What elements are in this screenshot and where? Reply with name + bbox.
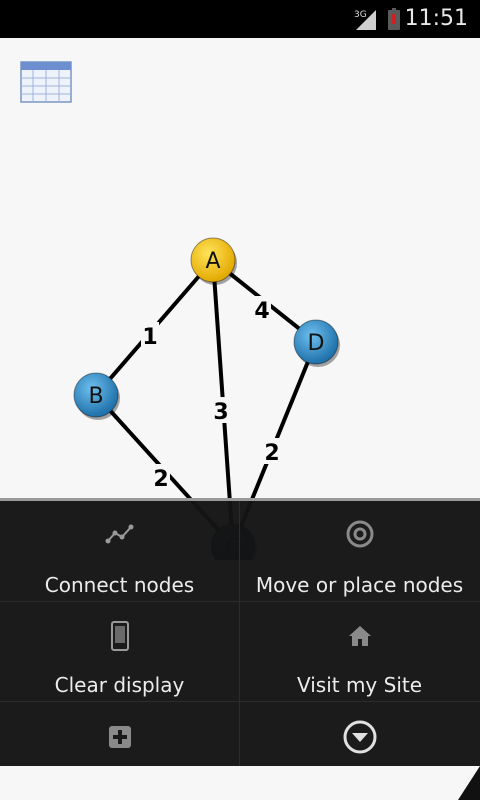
graph-node-d[interactable]: D <box>293 319 340 367</box>
connect-nodes-icon <box>105 524 133 544</box>
menu-item-clear-display[interactable]: Clear display <box>0 601 239 701</box>
edge-weight-label: 2 <box>264 441 279 466</box>
edge-weight-label: 1 <box>142 325 157 350</box>
edge-weight-label: 3 <box>213 400 228 425</box>
phone-icon <box>110 621 129 651</box>
menu-item-label: Clear display <box>54 673 185 697</box>
home-icon <box>348 626 371 646</box>
edge-weight-label: 4 <box>254 299 269 324</box>
menu-item-move-place-nodes[interactable]: Move or place nodes <box>240 501 479 601</box>
graph-drawing: 14322 ABCD <box>73 237 340 560</box>
menu-item-more[interactable] <box>240 701 479 769</box>
menu-item-visit-site[interactable]: Visit my Site <box>240 601 479 701</box>
plus-icon <box>108 726 131 748</box>
menu-item-label: Move or place nodes <box>255 573 464 597</box>
menu-item-add[interactable] <box>0 701 239 769</box>
menu-item-label: Visit my Site <box>296 673 423 697</box>
expand-more-icon <box>343 720 376 754</box>
node-label: B <box>88 384 103 409</box>
node-label: A <box>205 249 220 274</box>
node-label: D <box>308 331 325 356</box>
menu-item-label: Connect nodes <box>44 573 195 597</box>
graph-node-b[interactable]: B <box>73 372 120 420</box>
edge-weight-label: 2 <box>153 467 168 492</box>
menu-item-connect-nodes[interactable]: Connect nodes <box>0 501 239 601</box>
bottom-strip <box>0 766 480 800</box>
target-icon <box>346 520 373 548</box>
options-menu: Connect nodes Move or place nodes Clear … <box>0 498 480 769</box>
menu-corner <box>458 766 480 800</box>
